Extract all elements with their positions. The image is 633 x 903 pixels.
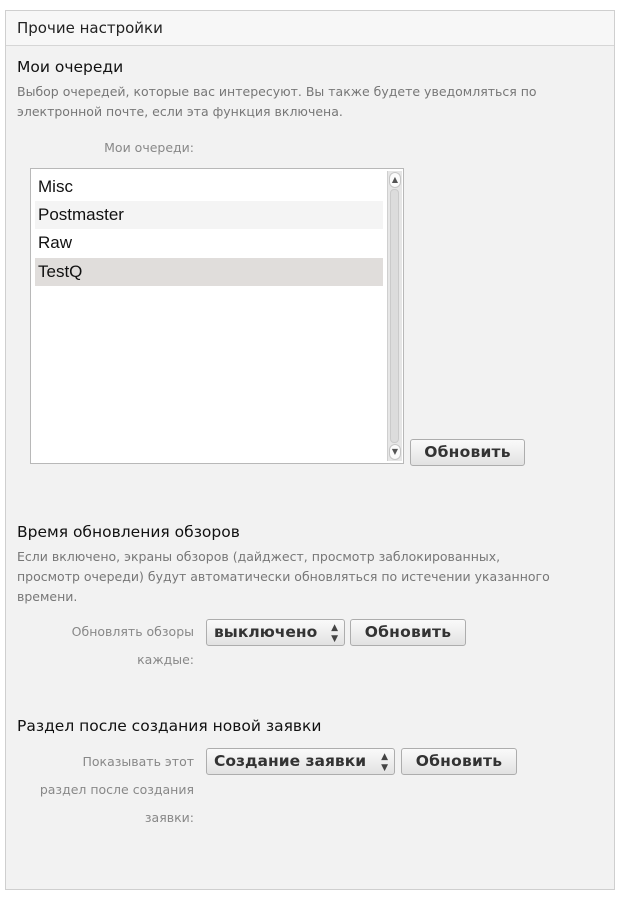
- refresh-field-label-line2: каждые:: [137, 652, 194, 667]
- chevron-updown-icon: ▲ ▼: [381, 752, 388, 773]
- refresh-field-label-line1: Обновлять обзоры: [71, 624, 194, 639]
- refresh-update-button[interactable]: Обновить: [350, 619, 466, 646]
- after-create-field-label-line1: Показывать этот: [82, 754, 195, 769]
- panel-title: Прочие настройки: [17, 19, 163, 37]
- refresh-description-line2: просмотр очереди) будут автоматически об…: [17, 569, 550, 584]
- refresh-interval-select[interactable]: выключено ▲ ▼: [206, 619, 345, 646]
- after-create-field-label-line3: заявки:: [144, 810, 194, 825]
- list-item[interactable]: Misc: [35, 173, 383, 201]
- listbox-scrollbar[interactable]: ▲ ▼: [387, 171, 402, 461]
- other-settings-panel: Прочие настройки Мои очереди Выбор очере…: [5, 10, 615, 890]
- after-create-update-button[interactable]: Обновить: [401, 748, 517, 775]
- refresh-section-title: Время обновления обзоров: [17, 523, 240, 541]
- panel-header: Прочие настройки: [6, 11, 614, 46]
- queues-update-button[interactable]: Обновить: [410, 439, 525, 466]
- refresh-description-line3: времени.: [17, 589, 78, 604]
- queues-description-line2: электронной почте, если эта функция вклю…: [17, 104, 343, 119]
- queues-section-title: Мои очереди: [17, 58, 124, 76]
- list-item-selected[interactable]: TestQ: [35, 258, 383, 286]
- chevron-updown-icon: ▲ ▼: [331, 623, 338, 644]
- list-item[interactable]: Postmaster: [35, 201, 383, 229]
- after-create-field-label-line2: раздел после создания: [39, 782, 194, 797]
- after-create-section-title: Раздел после создания новой заявки: [17, 717, 322, 735]
- scroll-down-icon[interactable]: ▼: [389, 444, 401, 460]
- list-item[interactable]: Raw: [35, 229, 383, 257]
- after-create-select-value: Создание заявки: [214, 752, 367, 770]
- scroll-track[interactable]: [390, 189, 399, 443]
- scroll-up-icon[interactable]: ▲: [389, 172, 401, 188]
- queues-listbox[interactable]: Misc Postmaster Raw TestQ ▲ ▼: [30, 168, 404, 464]
- queues-description-line1: Выбор очередей, которые вас интересуют. …: [17, 84, 537, 99]
- after-create-select[interactable]: Создание заявки ▲ ▼: [206, 748, 395, 775]
- refresh-description-line1: Если включено, экраны обзоров (дайджест,…: [17, 549, 501, 564]
- queues-field-label: Мои очереди:: [104, 140, 194, 155]
- refresh-select-value: выключено: [214, 623, 318, 641]
